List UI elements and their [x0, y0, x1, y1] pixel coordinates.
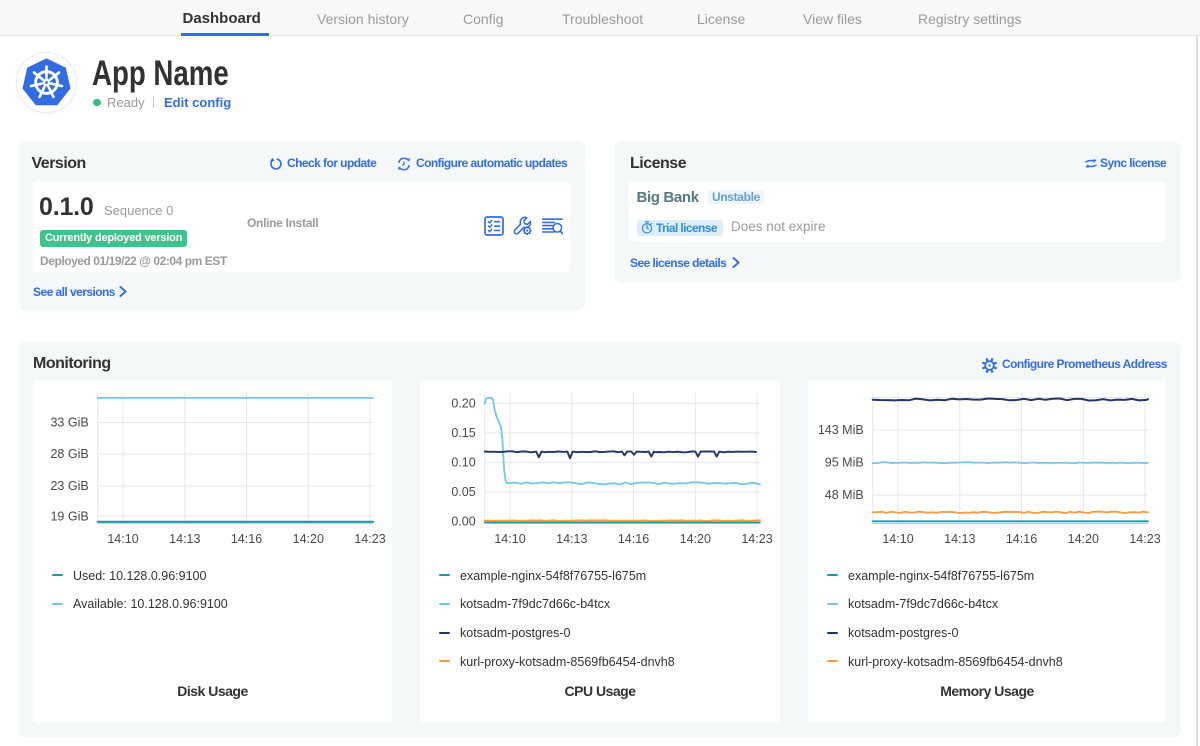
- svg-text:0.05: 0.05: [451, 485, 475, 499]
- svg-text:14:23: 14:23: [741, 532, 772, 546]
- svg-text:14:16: 14:16: [618, 532, 649, 546]
- svg-text:0.00: 0.00: [451, 515, 475, 529]
- svg-text:143 MiB: 143 MiB: [818, 423, 864, 437]
- svg-text:33 GiB: 33 GiB: [50, 416, 88, 430]
- svg-text:0.15: 0.15: [451, 426, 475, 440]
- svg-text:14:16: 14:16: [1006, 532, 1037, 546]
- svg-text:14:20: 14:20: [680, 532, 711, 546]
- svg-text:23 GiB: 23 GiB: [50, 479, 88, 493]
- svg-text:14:10: 14:10: [494, 532, 525, 546]
- svg-text:14:20: 14:20: [1068, 532, 1099, 546]
- svg-text:14:13: 14:13: [169, 532, 200, 546]
- svg-text:95 MiB: 95 MiB: [825, 456, 864, 470]
- svg-text:28 GiB: 28 GiB: [50, 447, 88, 461]
- svg-text:48 MiB: 48 MiB: [825, 488, 864, 502]
- svg-text:14:23: 14:23: [354, 532, 385, 546]
- svg-text:0.20: 0.20: [451, 397, 475, 411]
- svg-text:14:13: 14:13: [556, 532, 587, 546]
- svg-text:14:10: 14:10: [107, 532, 138, 546]
- svg-text:14:16: 14:16: [231, 532, 262, 546]
- svg-text:0.10: 0.10: [451, 456, 475, 470]
- svg-text:14:10: 14:10: [882, 532, 913, 546]
- svg-text:14:13: 14:13: [944, 532, 975, 546]
- svg-text:14:23: 14:23: [1129, 532, 1160, 546]
- svg-text:14:20: 14:20: [293, 532, 324, 546]
- svg-text:19 GiB: 19 GiB: [50, 509, 88, 523]
